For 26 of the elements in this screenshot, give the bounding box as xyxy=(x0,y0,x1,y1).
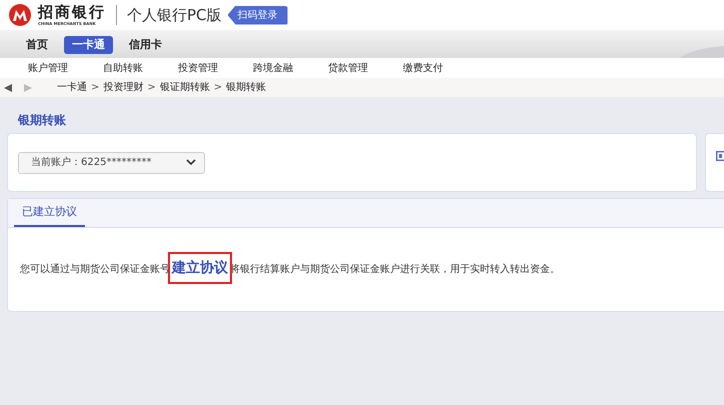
menu-item[interactable]: 账户管理 xyxy=(28,60,103,76)
menu-item[interactable]: 投资管理 xyxy=(178,60,253,76)
chevron-down-icon xyxy=(186,159,196,166)
bank-name: 招商银行 xyxy=(38,4,106,20)
menu-item[interactable]: 自助转账 xyxy=(103,60,178,76)
breadcrumb-separator: > xyxy=(214,81,222,95)
nav-tab[interactable]: 一卡通 xyxy=(64,36,113,54)
nav-tab[interactable]: 信用卡 xyxy=(121,36,170,54)
breadcrumb-link[interactable]: 一卡通 xyxy=(57,80,87,95)
qr-login-button[interactable]: 扫码登录 xyxy=(228,6,288,24)
nav-tab[interactable]: 首页 xyxy=(18,36,56,54)
product-title: 个人银行PC版 xyxy=(127,4,222,26)
menu-item[interactable]: 贷款管理 xyxy=(328,60,403,76)
breadcrumb-link[interactable]: 银期转账 xyxy=(226,80,266,95)
menu-item[interactable]: 跨境金融 xyxy=(253,60,328,76)
breadcrumb-link[interactable]: 投资理财 xyxy=(103,80,144,95)
breadcrumb-link[interactable]: 银证期转账 xyxy=(160,80,210,95)
breadcrumb-separator: > xyxy=(147,81,156,95)
menu-item[interactable]: 缴费支付 xyxy=(403,60,478,76)
create-agreement-link[interactable]: 建立协议 xyxy=(170,254,230,282)
account-select[interactable]: 当前账户：6225********* xyxy=(18,152,205,174)
back-arrow-icon[interactable] xyxy=(3,82,13,92)
content-tab[interactable]: 已建立协议 xyxy=(14,204,85,227)
bank-logo-icon xyxy=(8,3,32,27)
page-title: 银期转账 xyxy=(16,112,67,129)
breadcrumb-separator: > xyxy=(91,81,100,95)
